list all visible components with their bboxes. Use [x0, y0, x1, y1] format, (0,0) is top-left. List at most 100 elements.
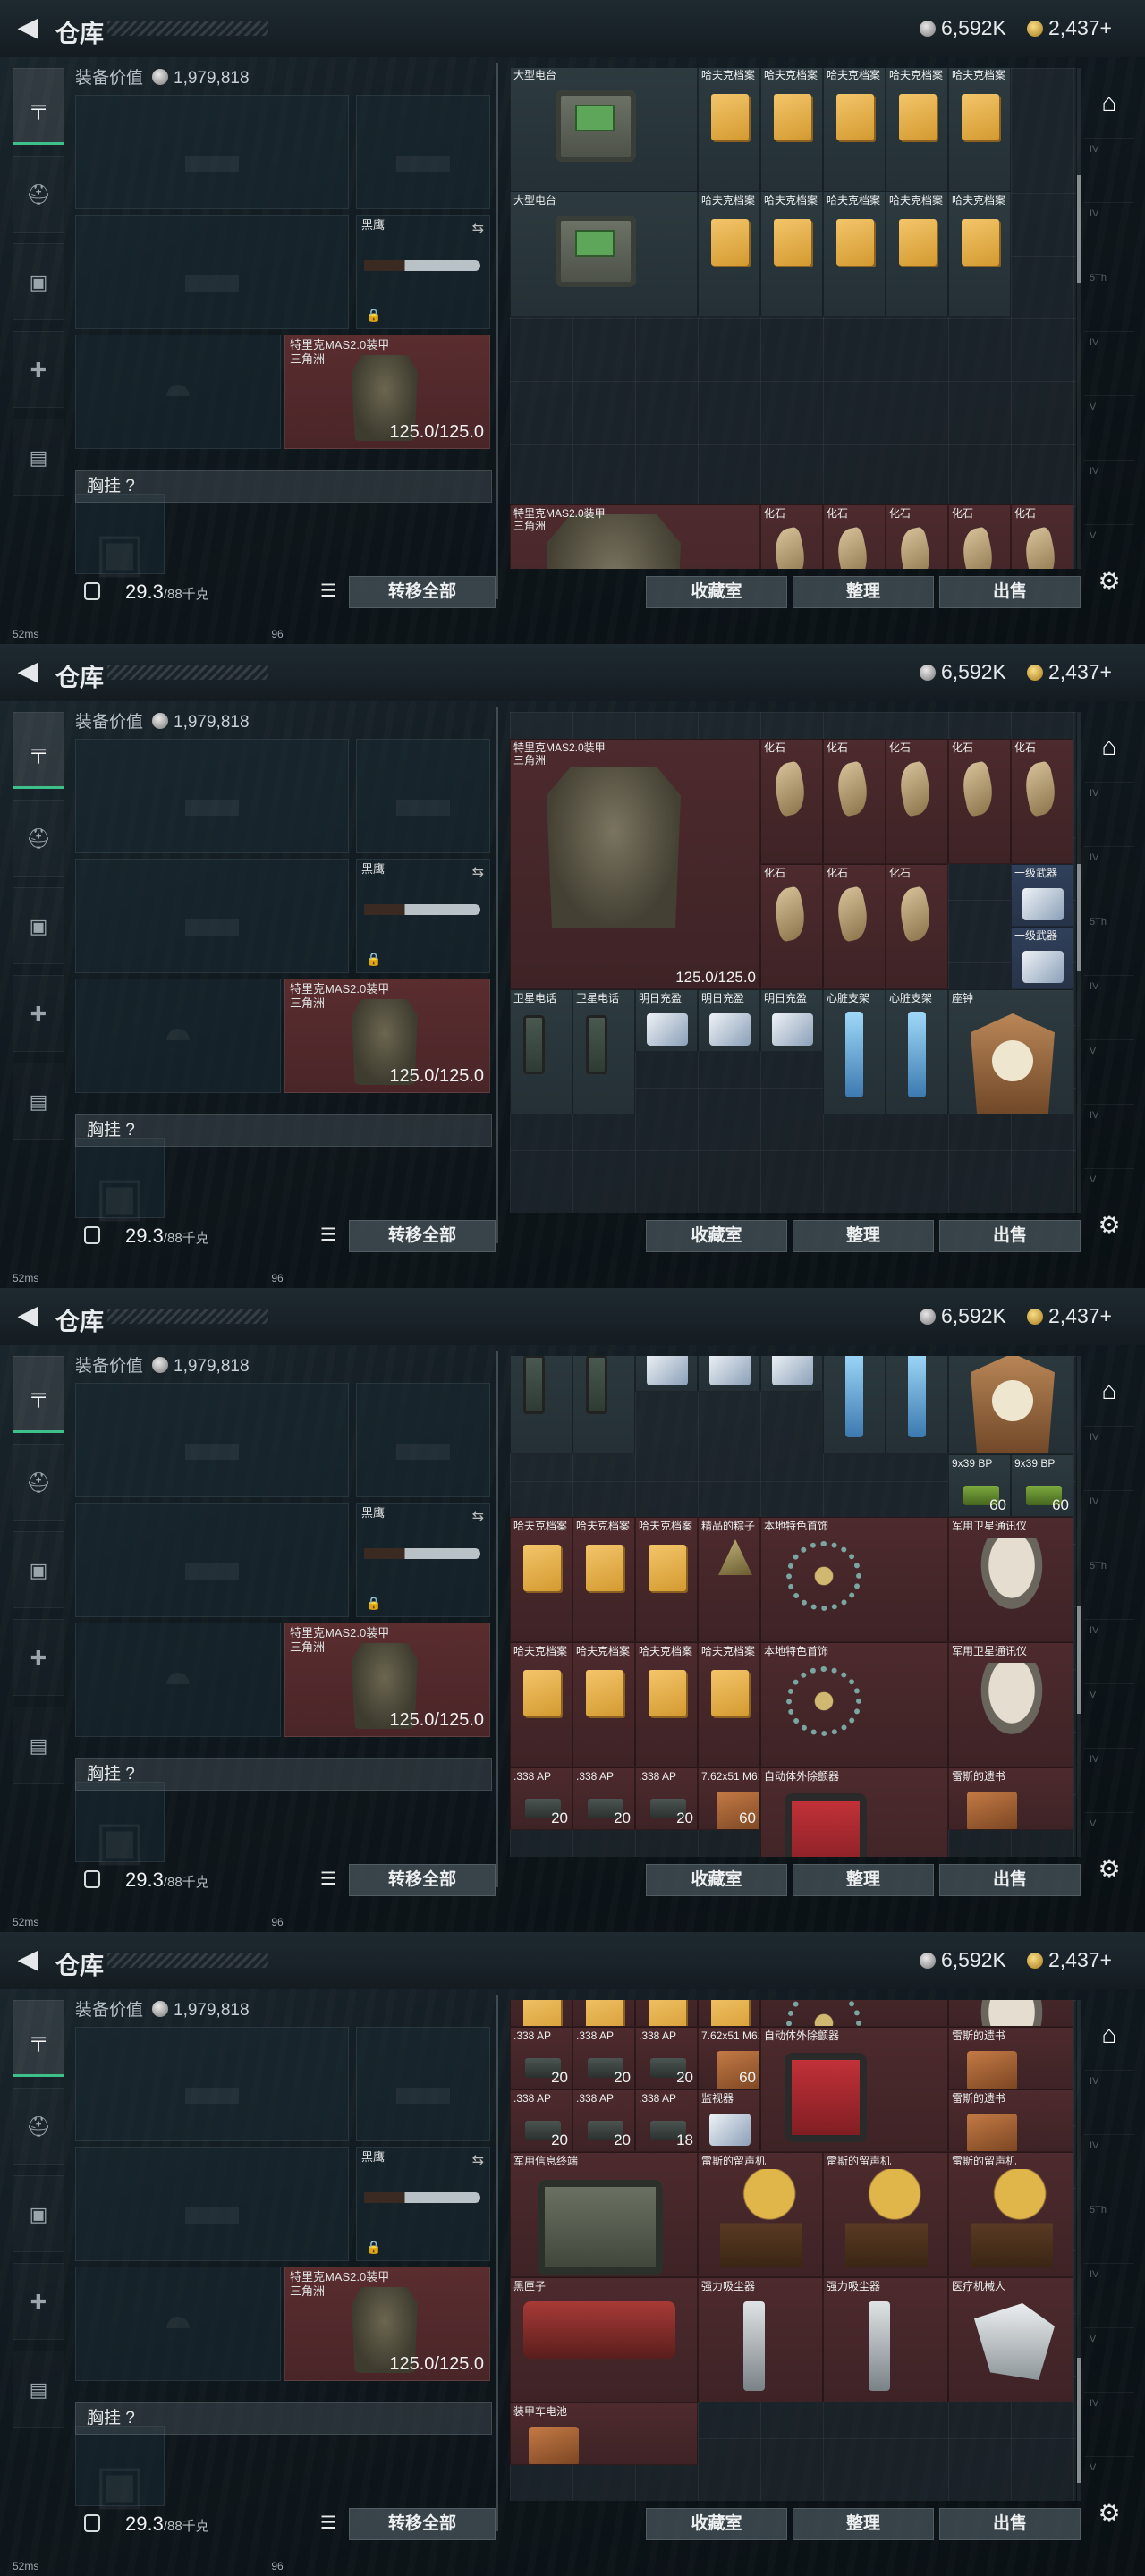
item-cell[interactable]: 化石: [1011, 739, 1073, 864]
item-cell[interactable]: 心脏支架: [823, 989, 886, 1114]
item-cell[interactable]: .338 AP 20: [635, 1767, 698, 1830]
item-cell[interactable]: 卫星电话: [572, 989, 635, 1114]
primary-weapon-slot[interactable]: ▬: [75, 1383, 349, 1497]
sidebar-weapon-tab[interactable]: ╤: [13, 2000, 64, 2077]
item-cell[interactable]: 一级武器: [1011, 864, 1073, 927]
container-tab[interactable]: IV: [1084, 460, 1134, 524]
container-tab[interactable]: IV: [1084, 1748, 1134, 1812]
item-cell[interactable]: 哈夫克档案: [635, 1517, 698, 1642]
item-cell[interactable]: 哈夫克档案: [510, 1642, 572, 1767]
item-cell[interactable]: 明日充盈: [760, 1356, 823, 1392]
secondary-weapon-slot[interactable]: ▬: [75, 215, 349, 329]
sidebar-toolbox-tab[interactable]: ▤: [13, 2351, 64, 2428]
item-cell[interactable]: 特里克MAS2.0装甲 三角洲 125.0/125.0: [510, 739, 760, 989]
item-cell[interactable]: 精品的粽子: [698, 1517, 760, 1642]
container-tab[interactable]: V: [1084, 1039, 1134, 1104]
secondary-weapon-slot[interactable]: ▬: [75, 2147, 349, 2261]
settings-gear-icon[interactable]: ⚙: [1084, 1852, 1134, 1887]
container-tab[interactable]: IV: [1084, 1104, 1134, 1168]
item-cell[interactable]: 化石: [823, 739, 886, 864]
swap-icon[interactable]: ⇆: [472, 1507, 484, 1525]
item-cell[interactable]: 军用卫星通讯仪: [948, 1517, 1073, 1642]
storage-icon[interactable]: ⌂: [1084, 716, 1134, 778]
back-arrow-icon[interactable]: ◀: [13, 13, 43, 43]
item-cell[interactable]: 雷斯的留声机: [948, 2152, 1073, 2277]
item-cell[interactable]: 自动体外除颤器: [760, 1767, 948, 1857]
container-tab[interactable]: IV: [1084, 2070, 1134, 2134]
item-cell[interactable]: [760, 2000, 948, 2027]
armor-slot[interactable]: 特里克MAS2.0装甲 三角洲 125.0/125.0: [284, 1623, 490, 1737]
storage-scrollbar[interactable]: [1077, 2000, 1081, 2501]
secondary-weapon-slot[interactable]: ▬: [75, 859, 349, 973]
item-cell[interactable]: 明日充盈: [760, 989, 823, 1052]
item-cell[interactable]: 本地特色首饰: [760, 1642, 948, 1767]
sidebar-armor-tab[interactable]: ⛑: [13, 156, 64, 233]
item-cell[interactable]: 哈夫克档案: [698, 1642, 760, 1767]
storage-icon[interactable]: ⌂: [1084, 72, 1134, 134]
item-cell[interactable]: 化石: [948, 739, 1011, 864]
item-cell[interactable]: 卫星电话: [510, 1356, 572, 1454]
collection-button[interactable]: 收藏室: [646, 1864, 787, 1896]
container-tab[interactable]: IV: [1084, 1490, 1134, 1555]
transfer-all-button[interactable]: 转移全部: [349, 576, 496, 608]
armor-slot[interactable]: 特里克MAS2.0装甲 三角洲 125.0/125.0: [284, 979, 490, 1093]
collection-button[interactable]: 收藏室: [646, 2508, 787, 2540]
sidebar-armor-tab[interactable]: ⛑: [13, 2088, 64, 2165]
helmet-slot[interactable]: ◓: [75, 1623, 281, 1737]
sell-button[interactable]: 出售: [939, 1864, 1081, 1896]
list-icon[interactable]: ☰: [317, 2512, 340, 2535]
item-cell[interactable]: 9x39 BP 60: [1011, 1454, 1073, 1517]
settings-gear-icon[interactable]: ⚙: [1084, 564, 1134, 599]
container-tab[interactable]: IV: [1084, 2263, 1134, 2327]
item-cell[interactable]: 雷斯的遗书: [948, 1767, 1073, 1830]
item-cell[interactable]: 座钟: [948, 989, 1073, 1114]
container-tab[interactable]: IV: [1084, 846, 1134, 911]
panel-divider[interactable]: [496, 1995, 498, 2531]
item-cell[interactable]: [572, 2000, 635, 2027]
list-icon[interactable]: ☰: [317, 580, 340, 603]
organize-button[interactable]: 整理: [793, 1864, 934, 1896]
item-cell[interactable]: 哈夫克档案: [823, 68, 886, 191]
container-tab[interactable]: 5Th: [1084, 911, 1134, 975]
swap-icon[interactable]: ⇆: [472, 2151, 484, 2169]
container-tab[interactable]: V: [1084, 1683, 1134, 1748]
item-cell[interactable]: .338 AP 20: [510, 2089, 572, 2152]
item-cell[interactable]: 化石: [760, 864, 823, 989]
sidebar-backpack-tab[interactable]: ▣: [13, 1531, 64, 1608]
helmet-slot[interactable]: ◓: [75, 979, 281, 1093]
item-cell[interactable]: 9x39 BP 60: [948, 1454, 1011, 1517]
item-cell[interactable]: 哈夫克档案: [886, 68, 948, 191]
item-cell[interactable]: 哈夫克档案: [698, 191, 760, 317]
storage-icon[interactable]: ⌂: [1084, 2004, 1134, 2066]
item-cell[interactable]: 哈夫克档案: [948, 68, 1011, 191]
helmet-slot[interactable]: ◓: [75, 2267, 281, 2381]
sidebar-armor-tab[interactable]: ⛑: [13, 800, 64, 877]
item-cell[interactable]: 军用信息终端: [510, 2152, 698, 2277]
container-tab[interactable]: IV: [1084, 2134, 1134, 2199]
item-cell[interactable]: .338 AP 20: [510, 1767, 572, 1830]
item-cell[interactable]: 大型电台: [510, 191, 698, 317]
item-cell[interactable]: 化石: [823, 504, 886, 569]
backpack-slot[interactable]: ▣: [75, 1138, 165, 1226]
storage-scrollbar[interactable]: [1077, 68, 1081, 569]
item-cell[interactable]: .338 AP 20: [635, 2027, 698, 2089]
organize-button[interactable]: 整理: [793, 1220, 934, 1252]
sidebar-toolbox-tab[interactable]: ▤: [13, 1063, 64, 1140]
item-cell[interactable]: 化石: [886, 504, 948, 569]
organize-button[interactable]: 整理: [793, 576, 934, 608]
item-cell[interactable]: 监视器: [698, 2089, 760, 2152]
sidearm-slot[interactable]: ▬: [356, 739, 490, 853]
item-cell[interactable]: 化石: [948, 504, 1011, 569]
gold-currency[interactable]: 2,437+: [1027, 1304, 1112, 1328]
panel-divider[interactable]: [496, 707, 498, 1243]
item-cell[interactable]: 化石: [1011, 504, 1073, 569]
armor-slot[interactable]: 特里克MAS2.0装甲 三角洲 125.0/125.0: [284, 2267, 490, 2381]
primary-weapon-slot[interactable]: ▬: [75, 2027, 349, 2141]
sidebar-backpack-tab[interactable]: ▣: [13, 887, 64, 964]
item-cell[interactable]: 医疗机械人: [948, 2277, 1073, 2402]
sidearm-slot[interactable]: ▬: [356, 1383, 490, 1497]
item-cell[interactable]: 心脏支架: [886, 1356, 948, 1454]
container-tab[interactable]: IV: [1084, 2392, 1134, 2456]
sidebar-weapon-tab[interactable]: ╤: [13, 712, 64, 789]
melee-slot[interactable]: 黑鹰 ⇆ 🔒: [356, 859, 490, 973]
